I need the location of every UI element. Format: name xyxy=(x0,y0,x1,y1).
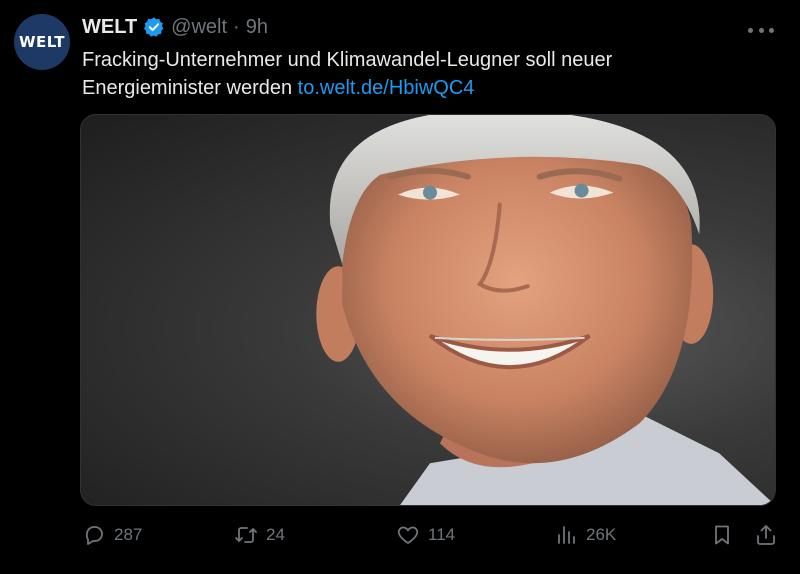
bookmark-icon xyxy=(715,525,729,545)
more-options-icon[interactable] xyxy=(748,20,774,40)
reply-button[interactable]: 287 xyxy=(82,520,142,550)
tweet-actions: 287 24 114 26K xyxy=(82,520,776,550)
like-count: 114 xyxy=(428,525,456,544)
heart-icon xyxy=(397,526,419,544)
tweet-card[interactable]: WELT WELT @welt · 9h Fracking-Unternehme… xyxy=(0,0,800,574)
share-button[interactable] xyxy=(754,520,778,550)
tweet-header: WELT @welt · 9h xyxy=(82,14,268,40)
views-button[interactable]: 26K xyxy=(554,520,616,550)
retweet-count: 24 xyxy=(266,525,285,544)
tweet-text: Fracking-Unternehmer und Klimawandel-Leu… xyxy=(82,46,742,102)
portrait-photo xyxy=(316,115,775,505)
retweet-button[interactable]: 24 xyxy=(234,520,285,550)
views-count: 26K xyxy=(586,525,617,544)
author-name[interactable]: WELT xyxy=(82,16,137,39)
share-icon xyxy=(757,525,775,545)
tweet-image[interactable] xyxy=(80,114,776,506)
author-handle[interactable]: @welt xyxy=(171,16,227,39)
reply-count: 287 xyxy=(114,525,143,544)
like-button[interactable]: 114 xyxy=(396,520,455,550)
timestamp[interactable]: 9h xyxy=(246,16,268,39)
separator-dot: · xyxy=(233,15,240,38)
verified-badge-icon xyxy=(143,16,165,38)
tweet-link[interactable]: to.welt.de/HbiwQC4 xyxy=(298,77,475,99)
avatar[interactable]: WELT xyxy=(14,14,70,70)
reply-icon xyxy=(85,526,103,545)
avatar-logo-text: WELT xyxy=(18,33,66,51)
views-chart-icon xyxy=(558,526,575,544)
retweet-icon xyxy=(235,527,257,543)
bookmark-button[interactable] xyxy=(710,520,734,550)
